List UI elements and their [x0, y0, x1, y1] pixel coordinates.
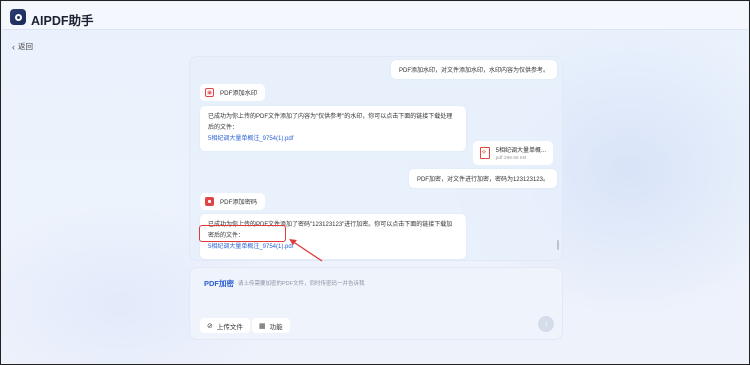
user-message-watermark: PDF添加水印，对文件添加水印，水印内容为仅供参考。: [390, 60, 557, 79]
reply-text: 已成功为你上传的PDF文件添加了内容为"仅供参考"的水印，你可以点击下面的链接下…: [208, 114, 453, 131]
uploaded-file-card[interactable]: 5相纪调大量单概... pdf·296.68 KB: [472, 141, 553, 165]
send-button[interactable]: ↑: [538, 316, 554, 332]
file-size: pdf·296.68 KB: [495, 156, 527, 161]
top-bar: AIPDF助手: [2, 2, 748, 30]
features-button[interactable]: ▦ 功能: [252, 318, 290, 333]
file-name: 5相纪调大量单概...: [495, 148, 546, 154]
composer-panel: PDF加密 请上传需要加密的PDF文件，同时传密码一并告诉我 ⊘ 上传文件 ▦ …: [189, 267, 563, 340]
download-link-encrypt[interactable]: 5相纪调大量单概注_9754(1).pdf: [208, 242, 293, 253]
app-logo-icon: [10, 9, 26, 25]
user-message-encrypt: PDF加密，对文件进行加密，密码为123123123。: [408, 169, 557, 188]
app-window: AIPDF助手 ‹ 返回 PDF添加水印，对文件添加水印，水印内容为仅供参考。 …: [0, 0, 750, 365]
download-link-watermark[interactable]: 5相纪调大量单概注_9754(1).pdf: [208, 134, 293, 145]
grid-icon: ▦: [259, 322, 266, 330]
action-chip-label: PDF添加密码: [220, 199, 258, 206]
paperclip-icon: ⊘: [207, 322, 213, 330]
upload-file-label: 上传文件: [216, 323, 243, 331]
assistant-reply-watermark: 已成功为你上传的PDF文件添加了内容为"仅供参考"的水印，你可以点击下面的链接下…: [200, 106, 466, 151]
chevron-left-icon: ‹: [12, 41, 15, 52]
back-link[interactable]: ‹ 返回: [12, 41, 33, 52]
features-label: 功能: [269, 323, 283, 331]
action-chip-watermark[interactable]: ▣ PDF添加水印: [200, 84, 266, 101]
user-message-text: PDF添加水印，对文件添加水印，水印内容为仅供参考。: [398, 68, 549, 74]
back-label: 返回: [18, 42, 33, 51]
user-message-text: PDF加密，对文件进行加密，密码为123123123。: [416, 177, 549, 183]
upload-file-button[interactable]: ⊘ 上传文件: [200, 318, 250, 333]
action-chip-encrypt[interactable]: PDF添加密码: [200, 193, 266, 210]
pdf-file-icon: [479, 147, 490, 159]
chat-scrollbar[interactable]: [557, 240, 559, 250]
composer-input[interactable]: 请上传需要加密的PDF文件，同时传密码一并告诉我: [238, 279, 365, 287]
send-arrow-icon: ↑: [544, 319, 548, 329]
annotation-arrow-icon: [289, 239, 323, 262]
action-chip-label: PDF添加水印: [220, 90, 258, 97]
mode-label[interactable]: PDF加密: [204, 278, 234, 289]
watermark-icon: ▣: [205, 88, 214, 97]
lock-icon: [205, 197, 214, 206]
app-title: AIPDF助手: [31, 14, 94, 28]
annotation-highlight-box: [199, 225, 286, 242]
